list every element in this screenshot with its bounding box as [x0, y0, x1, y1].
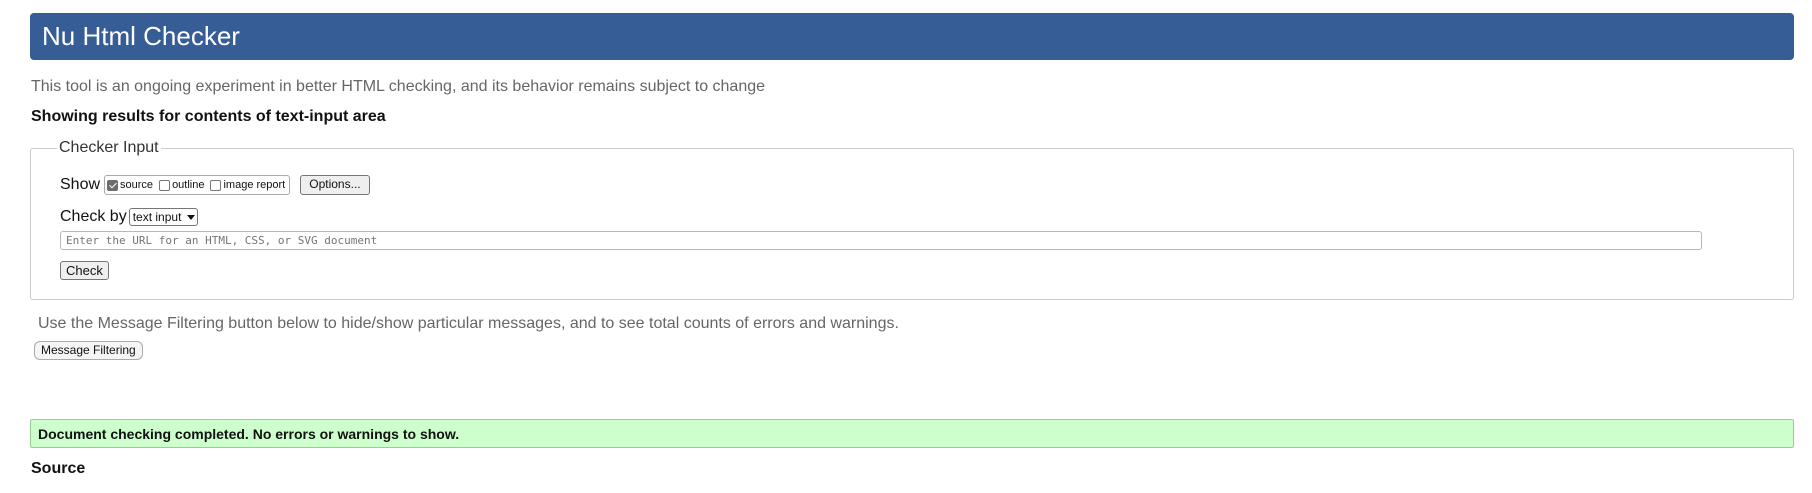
source-heading: Source: [31, 460, 86, 477]
check-by-label: Check by: [60, 208, 127, 225]
status-success-message: Document checking completed. No errors o…: [30, 419, 1794, 448]
check-by-row: Check by text input: [60, 208, 199, 226]
checkbox-image-report-label: image report: [223, 179, 286, 191]
checker-input-legend: Checker Input: [57, 139, 161, 157]
checkbox-source-box[interactable]: [107, 179, 119, 191]
page: Nu Html Checker This tool is an ongoing …: [0, 0, 1812, 493]
header-banner: Nu Html Checker: [30, 13, 1794, 60]
checkbox-image-report[interactable]: image report: [210, 179, 285, 191]
show-checkbox-group: source outline image report: [104, 175, 291, 195]
show-options-row: Show source outline image report Options…: [60, 175, 370, 195]
options-button[interactable]: Options...: [300, 175, 370, 195]
check-by-selected-value: text input: [132, 210, 182, 224]
check-by-select[interactable]: text input: [128, 208, 199, 226]
show-label: Show: [60, 176, 101, 193]
page-title: Nu Html Checker: [42, 21, 240, 51]
message-filtering-button[interactable]: Message Filtering: [34, 341, 143, 360]
check-button[interactable]: Check: [60, 261, 109, 280]
checker-input-fieldset: Checker Input Show source outline image …: [30, 139, 1794, 300]
checkbox-outline-box[interactable]: [159, 179, 171, 191]
filtering-note: Use the Message Filtering button below t…: [38, 315, 899, 332]
checkbox-source[interactable]: source: [107, 179, 153, 191]
intro-text: This tool is an ongoing experiment in be…: [31, 78, 766, 95]
checkbox-image-report-box[interactable]: [210, 179, 222, 191]
checkbox-source-label: source: [120, 179, 154, 191]
results-heading: Showing results for contents of text-inp…: [31, 108, 386, 125]
url-input[interactable]: Enter the URL for an HTML, CSS, or SVG d…: [60, 231, 1702, 250]
chevron-down-icon: [187, 214, 196, 220]
checkbox-outline[interactable]: outline: [159, 179, 204, 191]
checkbox-outline-label: outline: [172, 179, 205, 191]
